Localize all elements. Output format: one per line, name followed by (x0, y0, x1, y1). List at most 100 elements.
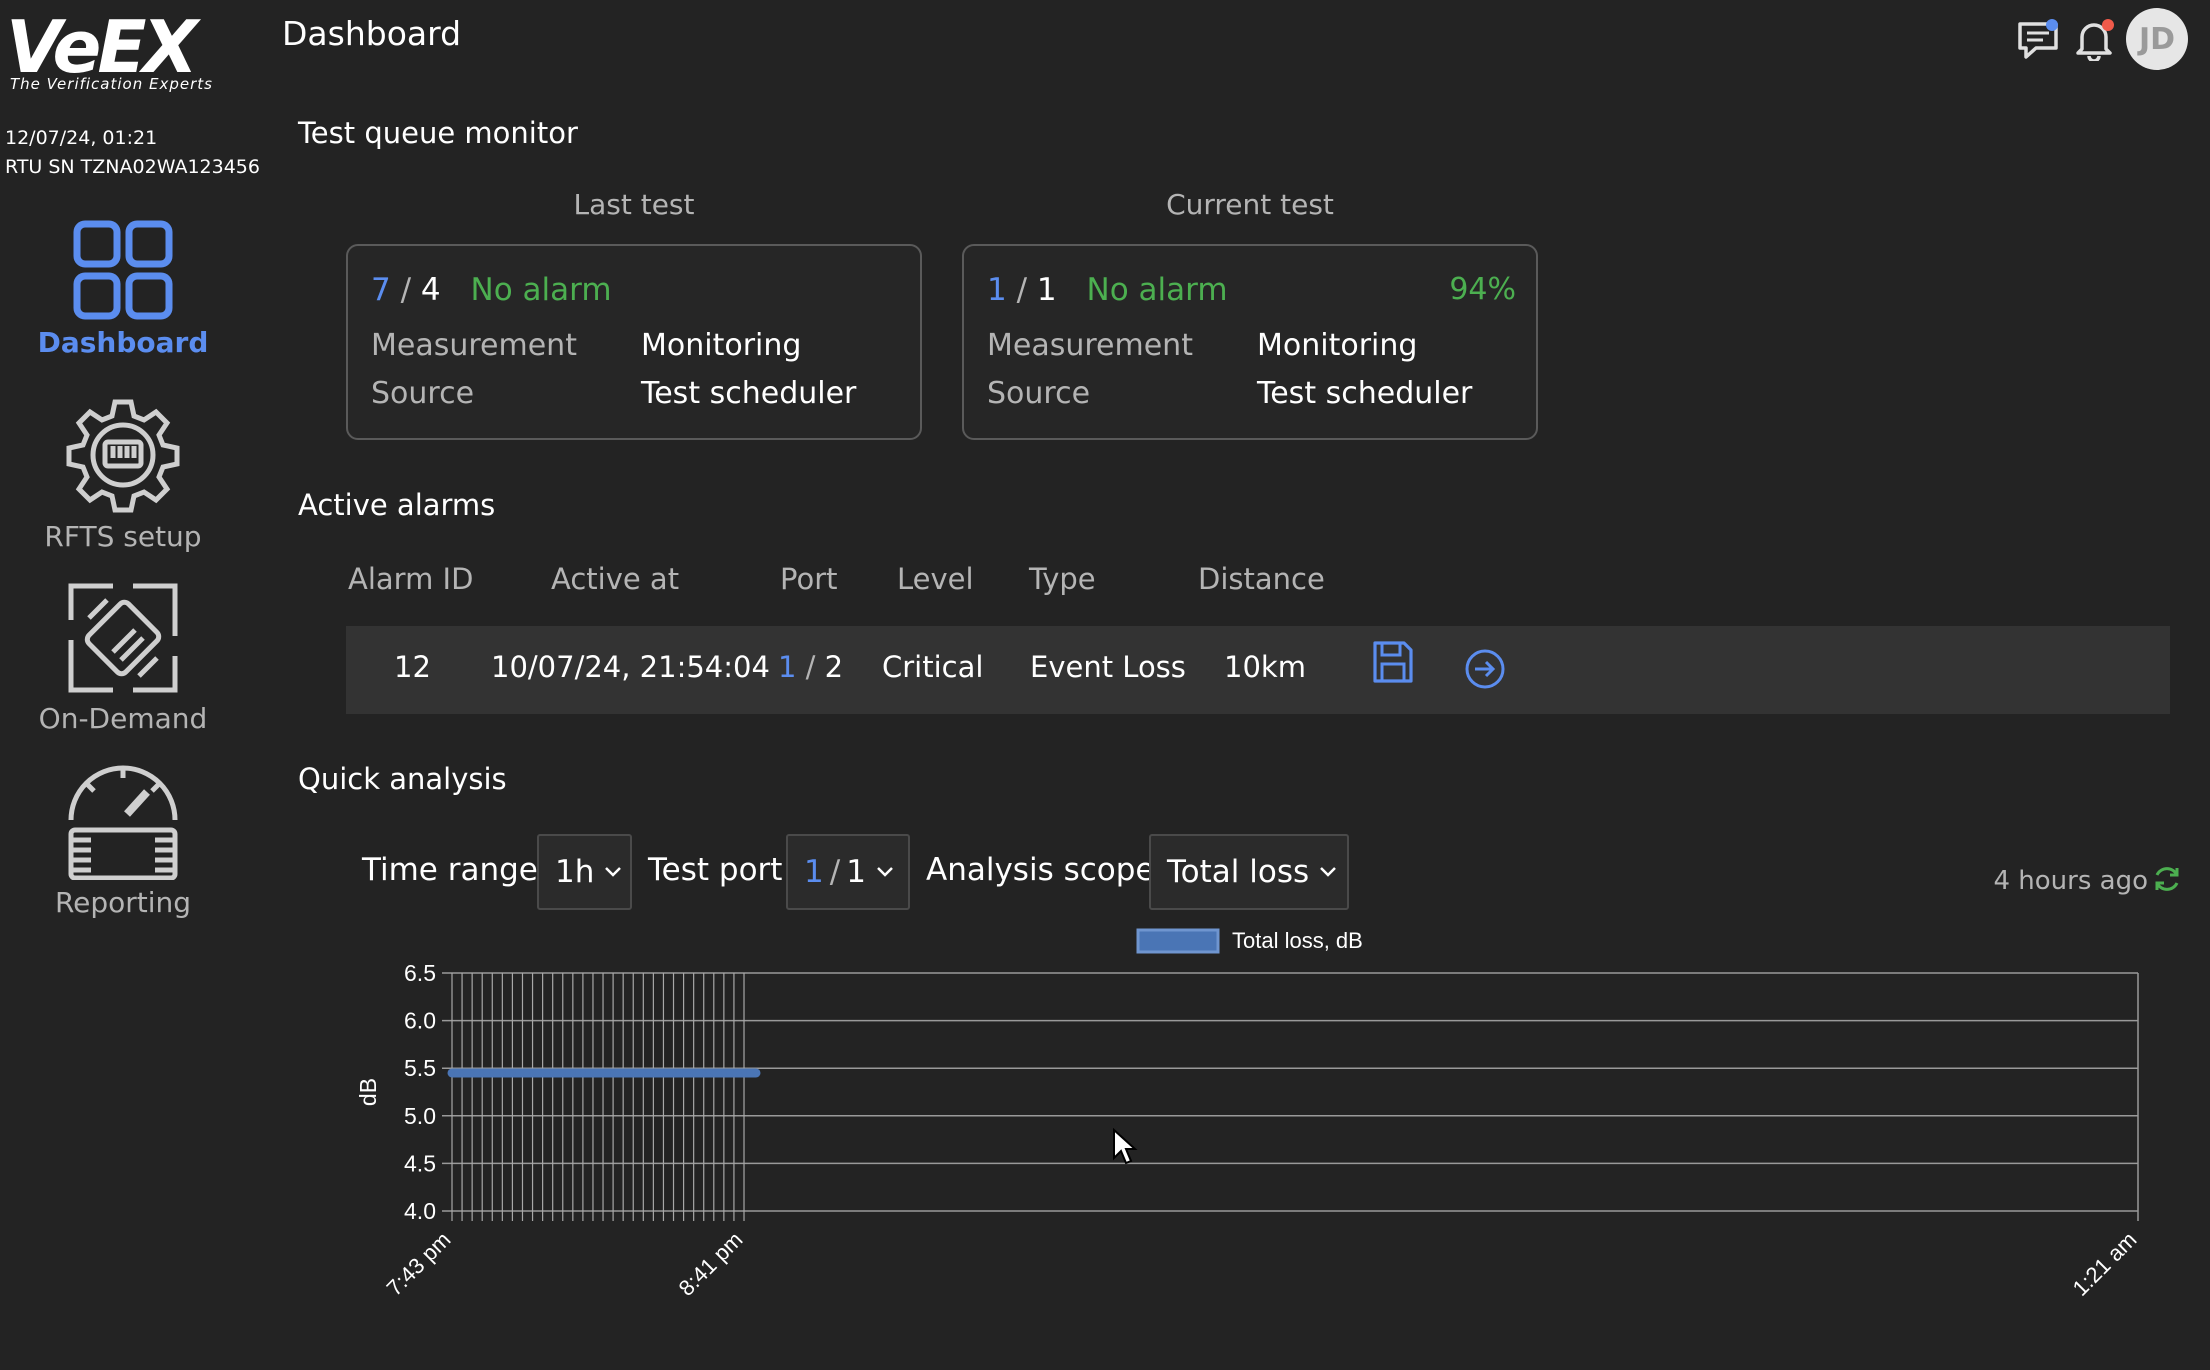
alarm-id-cell: 12 (394, 650, 431, 684)
open-alarm-button[interactable] (1464, 648, 1506, 694)
data-point (479, 1069, 486, 1076)
alarm-active-at-cell: 10/07/24, 21:54:04 (491, 650, 770, 684)
data-point (529, 1069, 536, 1076)
data-point (700, 1069, 707, 1076)
last-test-id-a: 7 (371, 272, 391, 308)
data-point (640, 1069, 647, 1076)
alarm-port-b: 2 (824, 650, 844, 684)
data-point (710, 1069, 717, 1076)
notifications-unread-dot (2102, 19, 2114, 31)
nav-dashboard-label: Dashboard (37, 326, 209, 359)
time-range-select[interactable]: 1h (537, 834, 632, 910)
nav-reporting[interactable]: Reporting (0, 764, 246, 919)
data-point (741, 1069, 747, 1076)
col-distance[interactable]: Distance (1198, 562, 1325, 596)
data-point (579, 1069, 586, 1076)
data-point (449, 1069, 455, 1076)
data-point (680, 1069, 687, 1076)
current-test-id-sep: / (1016, 272, 1028, 308)
alarm-level-cell: Critical (882, 650, 984, 684)
data-point (459, 1069, 466, 1076)
nav-rfts-setup-label: RFTS setup (44, 520, 202, 553)
chevron-down-icon (877, 867, 893, 877)
test-port-a: 1 (804, 854, 824, 890)
data-point (610, 1069, 617, 1076)
y-tick-label: 4.5 (404, 1150, 436, 1176)
messages-button[interactable] (2014, 13, 2062, 65)
data-point (589, 1069, 596, 1076)
notifications-button[interactable] (2070, 13, 2118, 65)
save-floppy-icon (1373, 641, 1413, 683)
data-point (519, 1069, 526, 1076)
legend-swatch (1136, 928, 1220, 954)
data-point (660, 1069, 667, 1076)
data-point (730, 1069, 737, 1076)
rtu-serial: RTU SN TZNA02WA123456 (5, 156, 260, 178)
refresh-button[interactable] (2152, 864, 2182, 898)
system-info: 12/07/24, 01:21 RTU SN TZNA02WA123456 (5, 124, 260, 182)
col-level[interactable]: Level (897, 562, 974, 596)
time-range-label: Time range (362, 852, 538, 888)
on-demand-connector-icon (68, 583, 178, 693)
col-active-at[interactable]: Active at (551, 562, 679, 596)
system-datetime: 12/07/24, 01:21 (5, 127, 158, 149)
dashboard-grid-icon (73, 220, 173, 320)
legend-label: Total loss, dB (1232, 928, 1363, 953)
analysis-scope-label: Analysis scope (926, 852, 1155, 888)
save-button[interactable] (1372, 640, 1414, 688)
active-alarms-title: Active alarms (298, 488, 496, 522)
data-point (600, 1069, 607, 1076)
chevron-down-icon (1320, 867, 1337, 877)
data-point (509, 1069, 516, 1076)
nav-reporting-label: Reporting (54, 886, 192, 919)
current-test-id-a: 1 (987, 272, 1007, 308)
test-port-select[interactable]: 1 / 1 (786, 834, 910, 910)
data-point (549, 1069, 556, 1076)
last-updated-text: 4 hours ago (1993, 866, 2148, 896)
current-test-progress: 94% (1449, 272, 1516, 307)
nav-dashboard[interactable]: Dashboard (0, 220, 246, 359)
last-test-card[interactable]: 7 / 4 No alarm Measurement Monitoring Sou… (346, 244, 922, 440)
data-point (650, 1069, 657, 1076)
refresh-icon (2155, 867, 2179, 891)
user-avatar[interactable]: JD (2126, 8, 2188, 70)
data-point (559, 1069, 566, 1076)
x-tick-label: 7:43 pm (382, 1227, 456, 1301)
y-tick-label: 5.5 (404, 1055, 436, 1081)
last-test-id: 7 / 4 No alarm (371, 272, 612, 308)
data-point (489, 1069, 496, 1076)
source-value: Test scheduler (641, 376, 857, 411)
veex-logo: VeEX The Verification Experts (6, 8, 212, 98)
page-title: Dashboard (282, 14, 462, 53)
messages-unread-dot (2046, 19, 2058, 31)
data-point (539, 1069, 546, 1076)
quick-analysis-title: Quick analysis (298, 762, 507, 796)
y-tick-label: 6.0 (404, 1008, 436, 1034)
col-type[interactable]: Type (1029, 562, 1096, 596)
x-tick-label: 1:21 am (2068, 1227, 2142, 1301)
source-label: Source (371, 376, 475, 411)
y-tick-label: 4.0 (404, 1198, 436, 1224)
col-port[interactable]: Port (780, 562, 838, 596)
nav-rfts-setup[interactable]: RFTS setup (0, 396, 246, 553)
header-actions: JD (2014, 8, 2188, 70)
test-port-b: 1 (846, 854, 866, 890)
analysis-scope-select[interactable]: Total loss (1149, 834, 1349, 910)
col-alarm-id[interactable]: Alarm ID (348, 562, 473, 596)
data-point (720, 1069, 727, 1076)
last-test-id-sep: / (400, 272, 412, 308)
current-test-status: No alarm (1086, 272, 1228, 308)
nav-on-demand[interactable]: On-Demand (0, 580, 246, 735)
test-port-label: Test port (648, 852, 783, 888)
alarm-type-cell: Event Loss (1030, 650, 1186, 684)
table-row[interactable]: 12 10/07/24, 21:54:04 1 / 2 Critical Eve… (346, 626, 2170, 714)
rfts-gear-icon (66, 399, 180, 513)
source-value: Test scheduler (1257, 376, 1473, 411)
measurement-label: Measurement (987, 328, 1193, 363)
mouse-cursor (1113, 1128, 1138, 1165)
current-test-card[interactable]: 1 / 1 No alarm 94% Measurement Monitoring… (962, 244, 1538, 440)
alarm-port-a: 1 (778, 650, 797, 684)
logo-tagline: The Verification Experts (10, 75, 213, 93)
current-test-id: 1 / 1 No alarm (987, 272, 1228, 308)
total-loss-chart: Total loss, dB 6.5 6.0 5.5 5.0 4.5 4.0 dB 7:43 p… (355, 928, 2142, 1301)
